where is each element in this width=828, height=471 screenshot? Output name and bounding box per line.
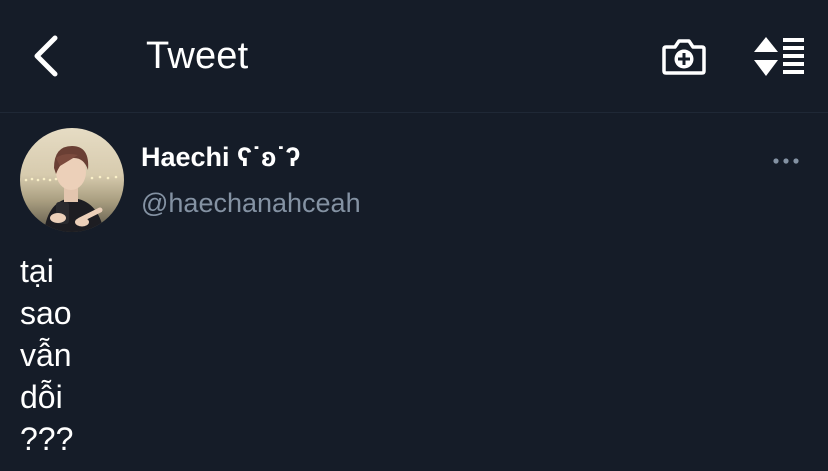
- tweet-text-line: tại: [20, 253, 54, 289]
- app-window: Tweet Haechi ʕ˙ʚ˙ʔ @haechanahceah tại sa…: [0, 0, 828, 471]
- tweet-text-line: sao: [20, 295, 72, 331]
- camera-button[interactable]: [660, 34, 708, 80]
- avatar[interactable]: [20, 128, 124, 232]
- tweet-text-line: dỗi: [20, 379, 63, 415]
- tweet-text: tại sao vẫn dỗi ???: [20, 250, 800, 460]
- more-horizontal-icon: [773, 158, 799, 164]
- sort-list-icon: [754, 37, 804, 76]
- camera-plus-icon: [662, 39, 706, 75]
- sort-button[interactable]: [752, 33, 808, 81]
- user-handle[interactable]: @haechanahceah: [141, 186, 361, 220]
- more-options-button[interactable]: [766, 149, 806, 173]
- page-title: Tweet: [146, 35, 249, 77]
- tweet-text-line: ???: [20, 421, 74, 457]
- top-bar: Tweet: [0, 0, 828, 113]
- tweet-text-line: vẫn: [20, 337, 72, 373]
- display-name[interactable]: Haechi ʕ˙ʚ˙ʔ: [141, 140, 300, 174]
- avatar-photo: [20, 128, 124, 232]
- back-button[interactable]: [24, 30, 68, 82]
- tweet: Haechi ʕ˙ʚ˙ʔ @haechanahceah tại sao vẫn …: [0, 113, 828, 471]
- chevron-left-icon: [34, 35, 58, 77]
